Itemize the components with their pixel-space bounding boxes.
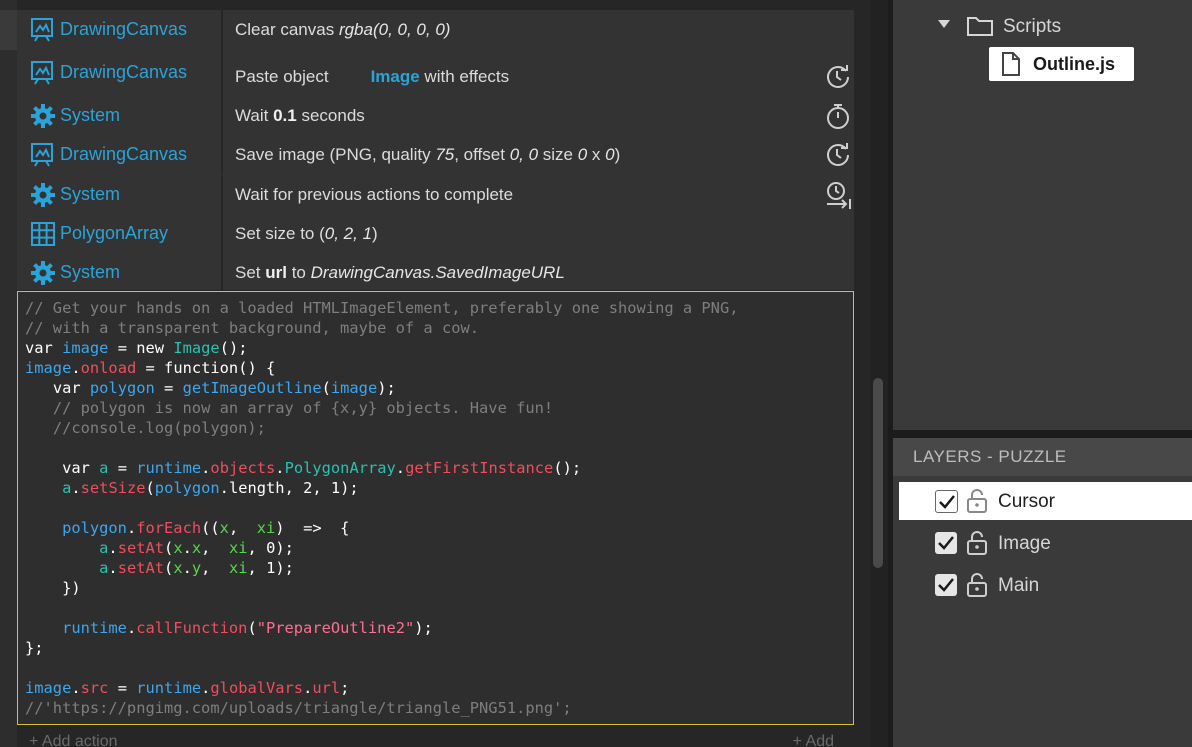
action-text[interactable]: Clear canvas rgba(0, 0, 0, 0): [235, 10, 450, 49]
action-text[interactable]: Set url to DrawingCanvas.SavedImageURL: [235, 253, 565, 292]
visibility-checkbox[interactable]: [935, 532, 957, 554]
file-label: Outline.js: [1033, 54, 1116, 74]
drawing-canvas-icon: [29, 16, 57, 44]
action-object[interactable]: DrawingCanvas: [17, 49, 223, 96]
action-param: rgba(0, 0, 0, 0): [338, 20, 451, 39]
action-text-part: Wait: [235, 106, 274, 125]
action-object[interactable]: PolygonArray: [17, 214, 223, 253]
layers-header: LAYERS - PUZZLE: [893, 438, 1192, 476]
script-code[interactable]: // Get your hands on a loaded HTMLImageE…: [18, 292, 853, 718]
action-object[interactable]: DrawingCanvas: [17, 10, 223, 49]
action-param: url: [265, 263, 287, 282]
action-text-part: to: [286, 263, 311, 282]
scrollbar-track[interactable]: [870, 0, 888, 747]
object-name: System: [60, 105, 121, 125]
action-param: 0, 0: [509, 145, 539, 164]
add-action-link[interactable]: + Add action: [29, 733, 118, 747]
layer-name: Cursor: [998, 491, 1056, 512]
add-link[interactable]: + Add: [793, 733, 834, 747]
action-param: DrawingCanvas.SavedImageURL: [310, 263, 565, 282]
system-gear-icon: [29, 102, 57, 130]
action-text-part: Save image (PNG, quality: [235, 145, 436, 164]
layer-name: Main: [998, 575, 1040, 596]
object-name: System: [60, 262, 121, 282]
action-text-part: ): [372, 224, 378, 243]
wait-previous-icon: [824, 181, 852, 209]
action-object[interactable]: System: [17, 175, 223, 214]
action-row[interactable]: DrawingCanvas Save image (PNG, quality 7…: [17, 135, 854, 174]
action-text-part: with effects: [419, 67, 510, 86]
drawing-canvas-icon: [29, 59, 57, 87]
action-text[interactable]: Save image (PNG, quality 75, offset 0, 0…: [235, 135, 620, 174]
action-text-part: Set size to (: [235, 224, 325, 243]
project-bar: Scripts Outline.js: [893, 0, 1192, 430]
action-row[interactable]: DrawingCanvas Clear canvas rgba(0, 0, 0,…: [17, 10, 854, 49]
gutter-selection: [0, 10, 17, 50]
layers-panel: LAYERS - PUZZLE Cursor Image Main: [893, 438, 1192, 747]
async-icon: [824, 141, 852, 169]
action-list: DrawingCanvas Clear canvas rgba(0, 0, 0,…: [17, 10, 854, 292]
panel-divider: [893, 430, 1192, 438]
object-name: System: [60, 184, 121, 204]
action-param: 0, 2, 1: [324, 224, 373, 243]
visibility-checkbox[interactable]: [935, 490, 958, 513]
folder-label[interactable]: Scripts: [1003, 16, 1061, 38]
action-text-part: seconds: [296, 106, 365, 125]
chevron-down-icon[interactable]: [937, 17, 951, 35]
system-gear-icon: [29, 259, 57, 287]
action-text-part: size: [538, 145, 578, 164]
add-action-bar[interactable]: + Add action + Add: [17, 733, 854, 747]
folder-icon: [966, 14, 994, 43]
action-param: 0: [605, 145, 615, 164]
action-text-part: Paste object: [235, 67, 329, 86]
stopwatch-icon: [824, 102, 852, 130]
action-object[interactable]: System: [17, 253, 223, 292]
action-param-object: Image: [370, 67, 420, 86]
action-text[interactable]: Paste object Image with effects: [235, 57, 509, 96]
object-name: PolygonArray: [60, 223, 169, 243]
action-text-part: ): [614, 145, 621, 164]
action-row[interactable]: System Set url to DrawingCanvas.SavedIma…: [17, 253, 854, 292]
event-gutter: [0, 0, 17, 747]
layers-title: LAYERS - PUZZLE: [913, 447, 1067, 466]
action-row[interactable]: DrawingCanvas Paste object Image with eff…: [17, 49, 854, 96]
drawing-canvas-icon: [29, 141, 57, 169]
async-icon: [824, 63, 852, 91]
action-text-part: Set: [235, 263, 266, 282]
action-text[interactable]: Set size to (0, 2, 1): [235, 214, 378, 253]
file-icon: [1000, 52, 1022, 81]
layer-item-image[interactable]: Image: [899, 524, 1192, 562]
scrollbar-thumb[interactable]: [873, 378, 883, 568]
layer-item-main[interactable]: Main: [899, 566, 1192, 604]
action-param: 75: [435, 145, 455, 164]
system-gear-icon: [29, 181, 57, 209]
project-file-item[interactable]: Outline.js: [989, 47, 1134, 81]
action-param: 0: [577, 145, 588, 164]
action-row[interactable]: System Wait 0.1 seconds: [17, 96, 854, 135]
unlock-icon[interactable]: [965, 488, 989, 519]
action-object[interactable]: DrawingCanvas: [17, 135, 223, 174]
action-text-part: , offset: [454, 145, 510, 164]
action-text[interactable]: Wait 0.1 seconds: [235, 96, 365, 135]
action-param: 0.1: [273, 106, 297, 125]
layer-item-cursor[interactable]: Cursor: [899, 482, 1192, 520]
unlock-icon[interactable]: [965, 572, 989, 603]
visibility-checkbox[interactable]: [935, 574, 957, 596]
action-text-part: x: [587, 145, 606, 164]
action-object[interactable]: System: [17, 96, 223, 135]
unlock-icon[interactable]: [965, 530, 989, 561]
action-text-part: Wait for previous actions to complete: [235, 185, 514, 204]
action-text-part: Clear canvas: [235, 20, 339, 39]
script-editor[interactable]: // Get your hands on a loaded HTMLImageE…: [17, 291, 854, 725]
action-row[interactable]: PolygonArray Set size to (0, 2, 1): [17, 214, 854, 253]
action-text[interactable]: Wait for previous actions to complete: [235, 175, 513, 214]
array-grid-icon: [29, 220, 57, 248]
object-name: DrawingCanvas: [60, 19, 188, 39]
object-name: DrawingCanvas: [60, 62, 188, 82]
action-row[interactable]: System Wait for previous actions to comp…: [17, 175, 854, 214]
layer-name: Image: [998, 533, 1051, 554]
event-sheet: DrawingCanvas Clear canvas rgba(0, 0, 0,…: [0, 0, 872, 747]
object-name: DrawingCanvas: [60, 144, 188, 164]
